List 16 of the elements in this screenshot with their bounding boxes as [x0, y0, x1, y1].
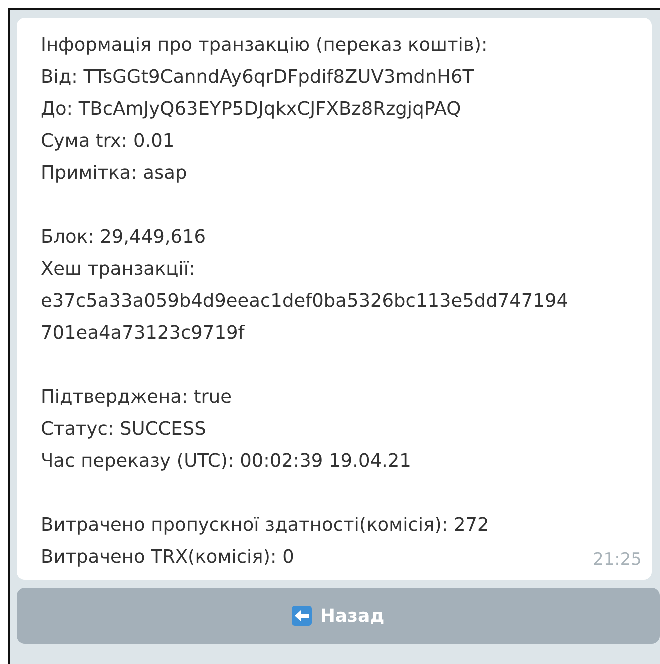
- message-line: e37c5a33a059b4d9eeac1def0ba5326bc113e5dd747194: [41, 290, 569, 314]
- message-time: 21:25: [593, 550, 642, 570]
- message-line: Примітка: asap: [41, 162, 188, 186]
- message-line: 701ea4a73123c9719f: [41, 322, 245, 346]
- message-line: Блок: 29,449,616: [41, 226, 206, 250]
- message-line: Від: TTsGGt9CanndAy6qrDFpdif8ZUV3mdnH6T: [41, 66, 474, 90]
- message-line: Підтверджена: true: [41, 386, 232, 410]
- message-line: Витрачено TRX(комісія): 0: [41, 546, 294, 570]
- message-line: Хеш транзакції:: [41, 258, 196, 282]
- message-line: Інформація про транзакцію (переказ коштів):: [41, 34, 488, 58]
- message-line: Витрачено пропускної здатності(комісія): 272: [41, 514, 490, 538]
- message-line: Сума trx: 0.01: [41, 130, 175, 154]
- message-line: Статус: SUCCESS: [41, 418, 206, 442]
- back-button[interactable]: Назад: [17, 588, 660, 644]
- message-line: Час переказу (UTC): 00:02:39 19.04.21: [41, 450, 412, 474]
- message-line: До: TBcAmJyQ63EYP5DJqkxCJFXBz8RzgjqPAQ: [41, 98, 462, 122]
